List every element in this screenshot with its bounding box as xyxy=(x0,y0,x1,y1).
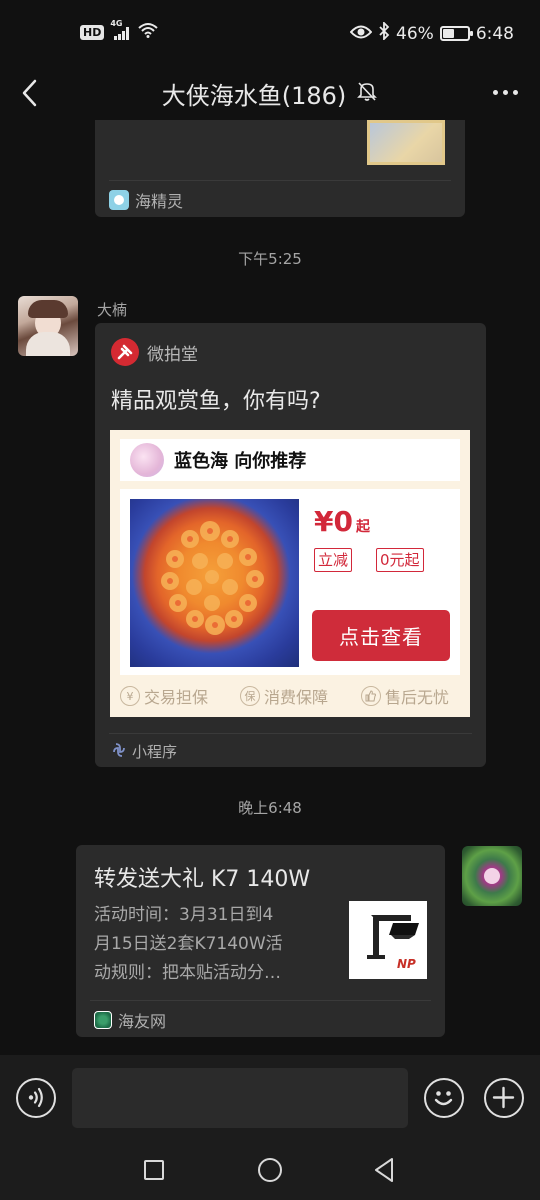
guarantee-item: ¥ 交易担保 xyxy=(120,684,208,708)
guarantee-item: 售后无忧 xyxy=(361,684,449,708)
mp-shop-header: 蓝色海 向你推荐 xyxy=(120,439,460,481)
input-bar xyxy=(0,1055,540,1140)
link-desc-line: 活动时间：3月31日到4 xyxy=(94,905,274,925)
view-button[interactable]: 点击查看 xyxy=(312,610,450,661)
title-bar: 大侠海水鱼(186) xyxy=(0,66,540,120)
eye-icon xyxy=(349,24,373,44)
system-nav-bar xyxy=(0,1140,540,1200)
mp-product: ¥0 起 立减 0元起 点击查看 xyxy=(120,489,460,675)
mp-tag: 0元起 xyxy=(376,548,424,572)
mp-tag: 立减 xyxy=(314,548,353,572)
mp-price-value: ¥0 xyxy=(314,505,353,538)
mp-title: 精品观赏鱼，你有吗? xyxy=(111,389,321,414)
mp-app-row: 微拍堂 xyxy=(111,338,198,366)
divider xyxy=(90,1000,431,1001)
link-card[interactable]: 转发送大礼 K7 140W 活动时间：3月31日到4 月15日送2套K7140W… xyxy=(76,845,445,1037)
voice-icon xyxy=(28,1087,43,1108)
link-desc-line: 动规则：把本贴活动分… xyxy=(94,963,281,983)
more-dot xyxy=(492,89,498,95)
my-avatar[interactable] xyxy=(462,846,522,906)
thumbs-up-icon xyxy=(361,686,381,706)
link-source: 海精灵 xyxy=(109,188,183,212)
clock: 6:48 xyxy=(475,23,514,44)
message-input[interactable] xyxy=(72,1068,408,1128)
plus-icon xyxy=(492,1086,515,1109)
link-source-name: 海精灵 xyxy=(135,192,184,211)
link-thumbnail xyxy=(367,120,445,165)
bluetooth-icon xyxy=(378,20,390,45)
mp-shop-line: 蓝色海 向你推荐 xyxy=(174,451,307,472)
nav-back-button[interactable] xyxy=(372,1157,396,1183)
wifi-icon xyxy=(138,22,159,42)
consumer-protect-icon: 保 xyxy=(240,686,260,706)
guarantee-item: 保 消费保障 xyxy=(240,684,328,708)
bell-off-icon xyxy=(356,80,378,108)
plus-button[interactable] xyxy=(484,1078,524,1118)
chat-screen: HD 4G 46% 6:48 大侠海水鱼(186) 海精灵 下午5:25 大楠 … xyxy=(0,0,540,1200)
link-card-partial[interactable]: 海精灵 xyxy=(95,120,465,217)
hai-jingling-icon xyxy=(109,190,129,210)
guarantee-label: 消费保障 xyxy=(264,688,329,707)
mini-program-card[interactable]: 微拍堂 精品观赏鱼，你有吗? 蓝色海 向你推荐 ¥0 起 立减 0元起 点击查看… xyxy=(95,323,486,767)
system-indicators: 46% 6:48 xyxy=(349,20,514,45)
home-button[interactable] xyxy=(258,1158,282,1182)
time-separator: 下午5:25 xyxy=(238,250,302,268)
link-title: 转发送大礼 K7 140W xyxy=(94,867,311,892)
mini-program-label: 小程序 xyxy=(132,743,178,761)
back-triangle-icon xyxy=(375,1158,393,1182)
more-button[interactable] xyxy=(488,82,522,102)
mini-program-footer: 小程序 xyxy=(112,741,177,762)
avatar[interactable] xyxy=(18,296,78,356)
mp-app-name: 微拍堂 xyxy=(147,344,198,365)
shop-logo-icon xyxy=(130,443,164,477)
guarantee-label: 售后无忧 xyxy=(385,688,450,707)
time-separator: 晚上6:48 xyxy=(238,799,302,817)
chat-title-wrap: 大侠海水鱼(186) xyxy=(0,76,540,111)
secure-trade-icon: ¥ xyxy=(120,686,140,706)
signal-icon: 4G xyxy=(110,19,132,40)
link-desc-line: 月15日送2套K7140W活 xyxy=(94,934,283,954)
weipaitang-icon xyxy=(111,338,139,366)
sender-name: 大楠 xyxy=(97,301,128,319)
mini-program-icon xyxy=(112,742,126,761)
link-source: 海友网 xyxy=(94,1008,166,1032)
recent-apps-button[interactable] xyxy=(144,1160,164,1180)
mp-price-suffix: 起 xyxy=(355,519,370,535)
emoji-button[interactable] xyxy=(424,1078,464,1118)
link-source-name: 海友网 xyxy=(118,1012,167,1031)
mp-price: ¥0 起 xyxy=(314,505,370,538)
status-bar: HD 4G 46% 6:48 xyxy=(0,0,540,66)
battery-percent: 46% xyxy=(396,23,434,44)
mp-preview[interactable]: 蓝色海 向你推荐 ¥0 起 立减 0元起 点击查看 ¥ 交易担保 保 消费保障 … xyxy=(110,430,470,717)
haiyou-icon xyxy=(94,1011,112,1029)
emoji-icon xyxy=(434,1091,453,1106)
voice-button[interactable] xyxy=(16,1078,56,1118)
battery-icon xyxy=(439,26,473,41)
chat-title: 大侠海水鱼(186) xyxy=(161,82,347,110)
chat-area[interactable]: 海精灵 下午5:25 大楠 微拍堂 精品观赏鱼，你有吗? 蓝色海 向你推荐 ¥0… xyxy=(0,120,540,1055)
guarantee-label: 交易担保 xyxy=(144,688,209,707)
more-dot xyxy=(512,89,518,95)
more-dot xyxy=(502,89,508,95)
hd-badge: HD xyxy=(80,24,105,40)
link-desc: 活动时间：3月31日到4 月15日送2套K7140W活 动规则：把本贴活动分… xyxy=(94,901,334,988)
divider xyxy=(109,180,451,181)
divider xyxy=(109,733,472,734)
coral-image xyxy=(130,499,299,667)
battery-level xyxy=(442,29,454,38)
network-indicators: HD 4G xyxy=(80,19,159,42)
link-thumbnail: NP xyxy=(349,901,427,979)
thumb-brand: NP xyxy=(397,957,416,971)
